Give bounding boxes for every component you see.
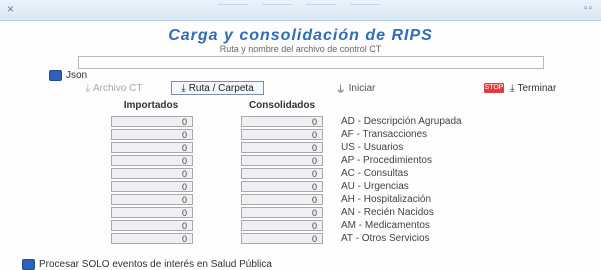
table-row: 0 0 AD - Descripción Agrupada: [0, 116, 601, 128]
consolidados-count: 0: [241, 194, 323, 205]
window-controls-icon[interactable]: ▫▫: [584, 3, 593, 14]
file-type-label: AP - Procedimientos: [341, 155, 432, 166]
file-type-label: AT - Otros Servicios: [341, 233, 430, 244]
importados-count: 0: [111, 194, 193, 205]
consolidados-count: 0: [241, 168, 323, 179]
terminar-button[interactable]: STOP ⤓ Terminar: [484, 81, 574, 95]
importados-count: 0: [111, 129, 193, 140]
file-type-label: AD - Descripción Agrupada: [341, 116, 462, 127]
consolidados-count: 0: [241, 233, 323, 244]
consolidados-count: 0: [241, 155, 323, 166]
exit-icon: ⤓: [510, 82, 515, 94]
table-row: 0 0 AN - Recién Nacidos: [0, 207, 601, 219]
consolidados-header: Consolidados: [248, 100, 316, 111]
importados-count: 0: [111, 155, 193, 166]
import-icon: ⤓: [85, 82, 90, 94]
json-option[interactable]: Json: [49, 68, 87, 82]
table-row: 0 0 AF - Transacciones: [0, 129, 601, 141]
importados-count: 0: [111, 233, 193, 244]
salud-publica-option[interactable]: Procesar SOLO eventos de interés en Salu…: [22, 258, 272, 270]
file-type-label: AM - Medicamentos: [341, 220, 430, 231]
salud-publica-label: Procesar SOLO eventos de interés en Salu…: [39, 258, 272, 270]
consolidados-count: 0: [241, 207, 323, 218]
importados-count: 0: [111, 142, 193, 153]
archivo-ct-button[interactable]: ⤓ Archivo CT: [84, 81, 144, 95]
path-label: Ruta y nombre del archivo de control CT: [219, 44, 382, 54]
file-type-label: AN - Recién Nacidos: [341, 207, 434, 218]
importados-count: 0: [111, 116, 193, 127]
file-type-label: AH - Hospitalización: [341, 194, 432, 205]
file-type-label: US - Usuarios: [341, 142, 404, 153]
json-label: Json: [66, 69, 88, 81]
importados-count: 0: [111, 207, 193, 218]
table-row: 0 0 AH - Hospitalización: [0, 194, 601, 206]
importados-count: 0: [111, 168, 193, 179]
importados-count: 0: [111, 220, 193, 231]
table-row: 0 0 AU - Urgencias: [0, 181, 601, 193]
terminar-label: Terminar: [517, 82, 557, 94]
consolidados-count: 0: [241, 220, 323, 231]
control-file-path-input[interactable]: [78, 56, 544, 69]
iniciar-label: Iniciar: [348, 82, 376, 94]
iniciar-button[interactable]: ⏚ Iniciar: [318, 81, 393, 96]
json-checkbox[interactable]: [49, 69, 62, 81]
file-type-label: AU - Urgencias: [341, 181, 409, 192]
app-title: Carga y consolidación de RIPS: [168, 27, 433, 44]
window-titlebar: × ▫▫: [0, 0, 601, 21]
close-icon[interactable]: ×: [7, 2, 14, 16]
table-row: 0 0 AC - Consultas: [0, 168, 601, 180]
importados-count: 0: [111, 181, 193, 192]
table-row: 0 0 US - Usuarios: [0, 142, 601, 154]
titlebar-divider: [262, 4, 292, 15]
titlebar-divider: [306, 4, 336, 15]
stop-sign-icon: STOP: [484, 83, 504, 93]
titlebar-divider: [218, 4, 248, 15]
archivo-ct-label: Archivo CT: [92, 82, 143, 94]
salud-publica-checkbox[interactable]: [22, 258, 35, 270]
table-row: 0 0 AP - Procedimientos: [0, 155, 601, 167]
ruta-carpeta-label: Ruta / Carpeta: [188, 82, 254, 94]
file-type-label: AC - Consultas: [341, 168, 409, 179]
folder-import-icon: ⤓: [181, 82, 186, 94]
titlebar-divider: [350, 4, 380, 15]
start-icon: ⏚: [335, 84, 346, 96]
consolidados-count: 0: [241, 181, 323, 192]
consolidados-count: 0: [241, 142, 323, 153]
table-row: 0 0 AT - Otros Servicios: [0, 233, 601, 245]
consolidados-count: 0: [241, 116, 323, 127]
consolidados-count: 0: [241, 129, 323, 140]
importados-header: Importados: [123, 100, 179, 111]
file-type-label: AF - Transacciones: [341, 129, 428, 140]
table-row: 0 0 AM - Medicamentos: [0, 220, 601, 232]
ruta-carpeta-button[interactable]: ⤓ Ruta / Carpeta: [171, 81, 264, 95]
